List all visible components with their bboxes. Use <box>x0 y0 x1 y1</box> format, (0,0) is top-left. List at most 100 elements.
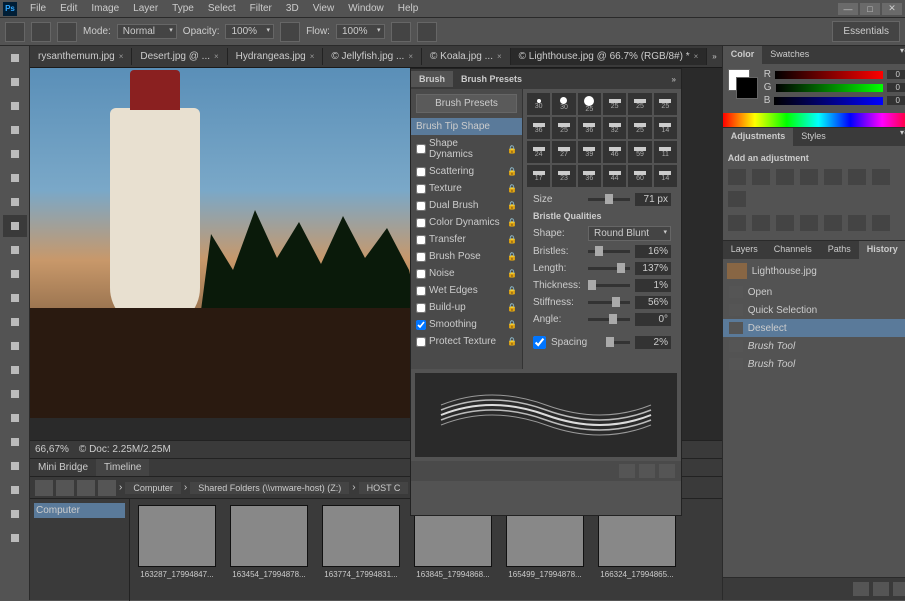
slider-value[interactable]: 137% <box>635 262 671 275</box>
brush-option-brush-pose[interactable]: Brush Pose🔒 <box>411 248 522 265</box>
shape-select[interactable]: Round Blunt <box>588 226 671 241</box>
tool-eraser[interactable] <box>3 287 27 309</box>
bottom-tab-mini-bridge[interactable]: Mini Bridge <box>30 459 96 476</box>
g-slider[interactable] <box>776 84 883 92</box>
panel-tab-color[interactable]: Color <box>723 46 763 64</box>
menu-file[interactable]: File <box>23 1 53 16</box>
color-spectrum[interactable] <box>723 113 905 127</box>
adjustment-gradient-map-icon[interactable] <box>848 215 866 231</box>
brush-tip[interactable]: 46 <box>603 141 626 163</box>
spacing-slider[interactable] <box>606 341 630 344</box>
tool-eyedropper[interactable] <box>3 167 27 189</box>
brush-tip[interactable]: 59 <box>628 141 651 163</box>
tool-zoom[interactable] <box>3 503 27 525</box>
document-tab[interactable]: © Koala.jpg ...× <box>422 48 511 65</box>
brush-option-wet-edges[interactable]: Wet Edges🔒 <box>411 282 522 299</box>
mini-bridge-tree[interactable]: Computer <box>30 499 130 601</box>
adjustment-posterize-icon[interactable] <box>800 215 818 231</box>
panel-tab-swatches[interactable]: Swatches <box>762 46 817 64</box>
adjustment-bw-icon[interactable] <box>872 169 890 185</box>
tool-pen[interactable] <box>3 383 27 405</box>
option-checkbox[interactable] <box>416 337 426 347</box>
r-slider[interactable] <box>775 71 883 79</box>
close-tab-icon[interactable]: × <box>119 52 124 61</box>
brush-tip[interactable]: 24 <box>527 141 550 163</box>
tool-move[interactable] <box>3 47 27 69</box>
tool-heal[interactable] <box>3 191 27 213</box>
adjustment-brightness-icon[interactable] <box>728 169 746 185</box>
brush-option-color-dynamics[interactable]: Color Dynamics🔒 <box>411 214 522 231</box>
adjustment-color-lookup-icon[interactable] <box>752 215 770 231</box>
brush-tip[interactable]: 25 <box>654 93 677 115</box>
adjustment-vibrance-icon[interactable] <box>824 169 842 185</box>
r-value[interactable]: 0 <box>887 70 905 79</box>
history-state[interactable]: Brush Tool <box>723 355 905 373</box>
brush-presets-button[interactable]: Brush Presets <box>416 94 517 113</box>
thumbnail-item[interactable]: 163845_17994868... <box>412 505 494 595</box>
brush-tip[interactable]: 30 <box>527 93 550 115</box>
menu-filter[interactable]: Filter <box>243 1 279 16</box>
g-value[interactable]: 0 <box>887 83 905 92</box>
adjustment-levels-icon[interactable] <box>752 169 770 185</box>
lock-icon[interactable]: 🔒 <box>507 320 517 329</box>
close-tab-icon[interactable]: × <box>694 52 699 61</box>
lock-icon[interactable]: 🔒 <box>507 269 517 278</box>
tool-brush[interactable] <box>3 215 27 237</box>
brush-option-protect-texture[interactable]: Protect Texture🔒 <box>411 333 522 350</box>
lock-icon[interactable]: 🔒 <box>507 286 517 295</box>
thumbnail-item[interactable]: 163287_17994847... <box>136 505 218 595</box>
history-snapshot-thumb[interactable] <box>727 263 747 279</box>
menu-window[interactable]: Window <box>341 1 391 16</box>
bristle-slider[interactable] <box>588 284 630 287</box>
menu-edit[interactable]: Edit <box>53 1 84 16</box>
brush-tip[interactable]: 25 <box>628 117 651 139</box>
option-checkbox[interactable] <box>416 218 426 228</box>
slider-value[interactable]: 1% <box>635 279 671 292</box>
tool-history-brush[interactable] <box>3 263 27 285</box>
trash-icon[interactable] <box>893 582 905 596</box>
brush-toggle-icon[interactable] <box>619 464 635 478</box>
menu-help[interactable]: Help <box>391 1 426 16</box>
adjustment-hue-icon[interactable] <box>848 169 866 185</box>
brush-tip[interactable]: 11 <box>654 141 677 163</box>
brush-option-brush-tip-shape[interactable]: Brush Tip Shape <box>411 118 522 135</box>
brush-panel-toggle[interactable] <box>57 22 77 42</box>
new-doc-icon[interactable] <box>873 582 889 596</box>
document-tab[interactable]: rysanthemum.jpg× <box>30 48 132 65</box>
option-checkbox[interactable] <box>416 252 426 262</box>
brush-tip[interactable]: 25 <box>603 93 626 115</box>
search-icon[interactable] <box>98 480 116 496</box>
brush-tip[interactable]: 44 <box>603 165 626 187</box>
forward-icon[interactable] <box>56 480 74 496</box>
brush-option-transfer[interactable]: Transfer🔒 <box>411 231 522 248</box>
thumbnail-item[interactable]: 165499_17994878... <box>504 505 586 595</box>
tool-marquee[interactable] <box>3 71 27 93</box>
adjustment-exposure-icon[interactable] <box>800 169 818 185</box>
brush-new-icon[interactable] <box>639 464 655 478</box>
option-checkbox[interactable] <box>416 184 426 194</box>
option-checkbox[interactable] <box>416 320 426 330</box>
menu-view[interactable]: View <box>306 1 342 16</box>
brush-tip[interactable]: 36 <box>578 165 601 187</box>
brush-tab-brush-presets[interactable]: Brush Presets <box>453 71 530 87</box>
pressure-opacity-icon[interactable] <box>280 22 300 42</box>
tool-lasso[interactable] <box>3 95 27 117</box>
mode-select[interactable]: Normal <box>117 24 177 39</box>
bristle-slider[interactable] <box>588 318 630 321</box>
thumbnail-item[interactable]: 163454_17994878... <box>228 505 310 595</box>
document-tab[interactable]: © Jellyfish.jpg ...× <box>323 48 422 65</box>
adjustment-selective-icon[interactable] <box>872 215 890 231</box>
document-canvas[interactable] <box>30 68 420 418</box>
close-tab-icon[interactable]: × <box>310 52 315 61</box>
tool-dodge[interactable] <box>3 359 27 381</box>
brush-tab-brush[interactable]: Brush <box>411 71 453 87</box>
tool-rect[interactable] <box>3 455 27 477</box>
b-value[interactable]: 0 <box>887 96 905 105</box>
option-checkbox[interactable] <box>416 167 426 177</box>
lock-icon[interactable]: 🔒 <box>507 184 517 193</box>
panel-tab-channels[interactable]: Channels <box>766 241 820 259</box>
breadcrumb-item[interactable]: Computer <box>125 482 181 494</box>
back-icon[interactable] <box>35 480 53 496</box>
adjustment-channel-mixer-icon[interactable] <box>728 215 746 231</box>
tool-blur[interactable] <box>3 335 27 357</box>
